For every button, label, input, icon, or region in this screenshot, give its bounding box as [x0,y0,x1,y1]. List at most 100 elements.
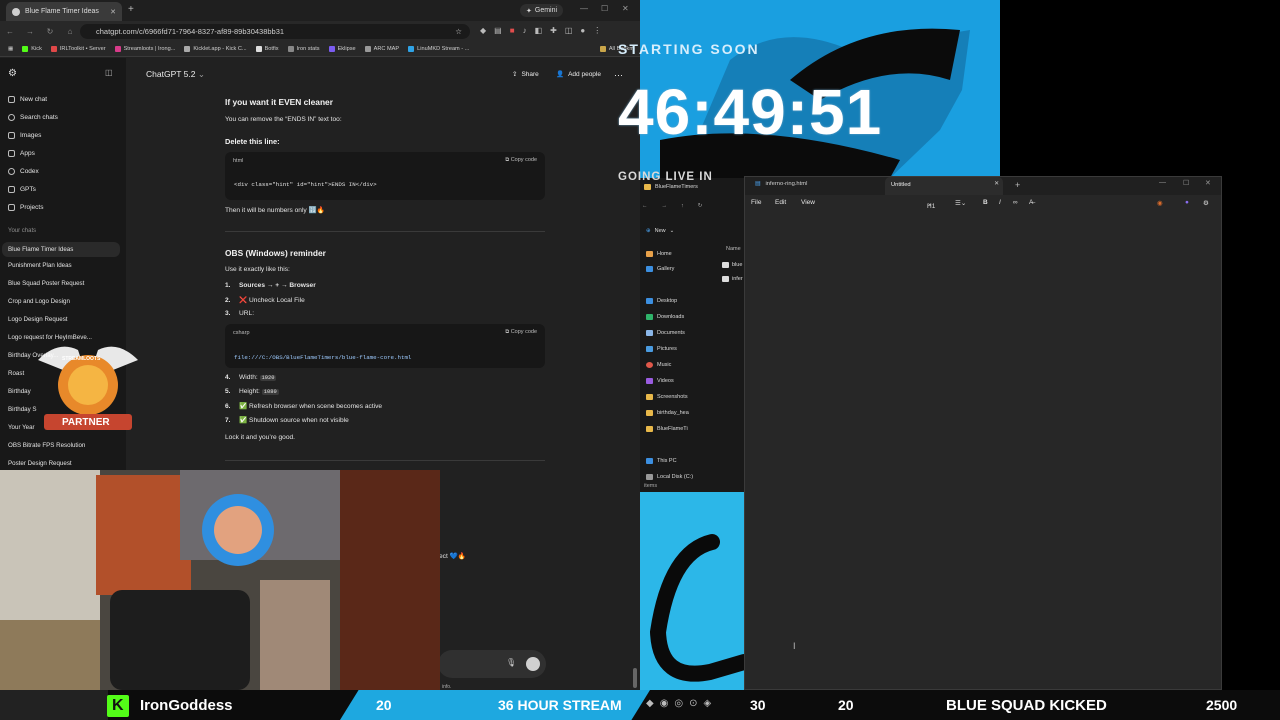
chat-item[interactable]: Punishment Plan Ideas [8,262,72,269]
close-window-icon[interactable]: ✕ [622,4,629,13]
nav-item-videos[interactable]: Videos [646,378,674,384]
menu-file[interactable]: File [751,199,761,206]
nav-item-home[interactable]: Home [646,251,672,257]
bookmark[interactable]: LinuMKD Stream - ... [408,46,469,52]
sidebar-item-projects[interactable]: Projects [8,204,43,211]
extension-icon[interactable]: ♪ [523,26,527,35]
sidebar-item-codex[interactable]: Codex [8,168,39,175]
sidebar-item-new-chat[interactable]: New chat [8,96,47,103]
gemini-button[interactable]: ✦ Gemini [520,4,564,17]
maximize-icon[interactable]: ☐ [601,4,608,13]
close-tab-icon[interactable]: ✕ [994,181,999,187]
nav-item-folder[interactable]: birthday_hea [646,410,689,416]
url-text: chatgpt.com/c/6966fd71-7964-8327-af89-89… [96,27,285,36]
file-row[interactable]: blue [722,262,742,268]
sidebar-item-images[interactable]: Images [8,132,41,139]
reload-icon[interactable]: ↻ [44,27,56,36]
menu-view[interactable]: View [801,199,815,206]
bookmark[interactable]: Botfix [255,46,279,52]
chat-item[interactable]: Roast [8,370,24,377]
back-icon[interactable]: ← [642,203,648,209]
nav-item-documents[interactable]: Documents [646,330,685,336]
add-people-button[interactable]: 👤 Add people [556,70,601,79]
bookmark[interactable]: Streamloots | Irong... [114,46,175,52]
bookmark[interactable]: Iron stats [287,46,320,52]
nav-item-music[interactable]: Music [646,362,671,368]
bold-icon[interactable]: B [983,199,988,206]
extension-icon[interactable]: ◆ [480,26,486,35]
bookmark[interactable]: ARC MAP [364,46,399,52]
share-button[interactable]: ⇪ Share [512,70,539,79]
settings-icon[interactable]: ⚙ [1203,199,1209,207]
split-icon[interactable]: ◫ [565,26,573,35]
puzzle-icon[interactable]: ✚ [550,26,557,35]
model-selector[interactable]: ChatGPT 5.2 ⌄ [146,69,205,80]
forward-icon[interactable]: → [24,27,36,36]
microphone-icon[interactable]: 🎙 [506,658,516,667]
nav-item-this-pc[interactable]: This PC [646,458,677,464]
menu-edit[interactable]: Edit [775,199,786,206]
list-icon[interactable]: ☰⌄ [955,199,966,207]
back-icon[interactable]: ← [4,27,16,36]
nav-item-folder[interactable]: BlueFlameTi [646,426,688,432]
scrollbar[interactable] [633,668,637,688]
star-icon[interactable]: ☆ [455,27,462,36]
voice-mode-icon[interactable] [526,657,540,671]
nav-item-screenshots[interactable]: Screenshots [646,394,688,400]
copy-code-button[interactable]: ⧉ Copy code [505,329,537,336]
up-icon[interactable]: ↑ [681,203,684,209]
url-input[interactable]: chatgpt.com/c/6966fd71-7964-8327-af89-89… [80,24,470,39]
browser-tab[interactable]: Blue Flame Timer Ideas ✕ [6,2,122,21]
sidebar-item-apps[interactable]: Apps [8,150,35,157]
close-window-icon[interactable]: ✕ [1205,179,1211,187]
extension-icon[interactable]: ▤ [494,26,502,35]
minimize-icon[interactable]: — [1159,179,1166,186]
extension-icon[interactable]: ◧ [535,26,543,35]
menu-icon[interactable]: ⋮ [593,26,601,35]
sidebar-toggle-icon[interactable]: ◫ [105,68,113,77]
bookmark[interactable]: Kick [22,46,42,52]
profile-icon[interactable]: ● [580,26,585,35]
file-row[interactable]: infer [722,276,743,282]
chat-item[interactable]: Poster Design Request [8,460,72,467]
nav-item-local-disk[interactable]: Local Disk (C:) [646,474,693,480]
tab-close-icon[interactable]: ✕ [110,8,116,16]
openai-logo-icon[interactable]: ⚙ [8,68,17,79]
new-button[interactable]: ⊕ New ⌄ [646,228,674,234]
clear-format-icon[interactable]: A̶ [1029,199,1033,206]
forward-icon[interactable]: → [662,203,668,209]
apps-grid-icon[interactable]: ▦ [8,46,13,52]
bookmark[interactable]: Eklipse [328,46,356,52]
account-icon[interactable]: ● [1185,199,1189,206]
italic-icon[interactable]: I [999,199,1001,206]
extension-badge-icon[interactable]: ■ [510,26,515,35]
nav-item-pictures[interactable]: Pictures [646,346,677,352]
column-header-name[interactable]: Name [726,246,741,252]
bookmark[interactable]: IRLToolkit • Server [50,46,106,52]
chat-item[interactable]: OBS Bitrate FPS Resolution [8,442,85,449]
heading-dropdown[interactable]: H1 ⌄ [927,199,935,210]
home-icon[interactable]: ⌂ [64,27,76,36]
copy-code-button[interactable]: ⧉ Copy code [505,157,537,164]
notepad-tab[interactable]: ▤ inferno-ring.html [755,181,807,187]
bookmark[interactable]: Kicklet.app - Kick C... [184,46,247,52]
maximize-icon[interactable]: ☐ [1183,179,1189,187]
chat-item[interactable]: Crop and Logo Design [8,298,70,305]
nav-item-gallery[interactable]: Gallery [646,266,674,272]
minimize-icon[interactable]: — [580,4,588,13]
new-tab-icon[interactable]: + [128,4,134,15]
chat-item[interactable]: Logo Design Request [8,316,68,323]
copilot-icon[interactable]: ◉ [1157,199,1163,207]
nav-item-downloads[interactable]: Downloads [646,314,684,320]
link-icon[interactable]: ∞ [1013,199,1018,206]
refresh-icon[interactable]: ↻ [698,203,703,209]
notepad-tab-active[interactable]: Untitled ✕ [885,177,1003,195]
nav-item-desktop[interactable]: Desktop [646,298,677,304]
editor-area[interactable]: I [745,211,1221,689]
new-tab-icon[interactable]: + [1015,180,1020,190]
chat-item[interactable]: Blue Flame Timer Ideas [2,242,120,257]
message-composer[interactable]: 🎙 [438,650,546,678]
sidebar-item-search[interactable]: Search chats [8,114,58,121]
sidebar-item-gpts[interactable]: GPTs [8,186,36,193]
chat-item[interactable]: Blue Squad Poster Request [8,280,84,287]
